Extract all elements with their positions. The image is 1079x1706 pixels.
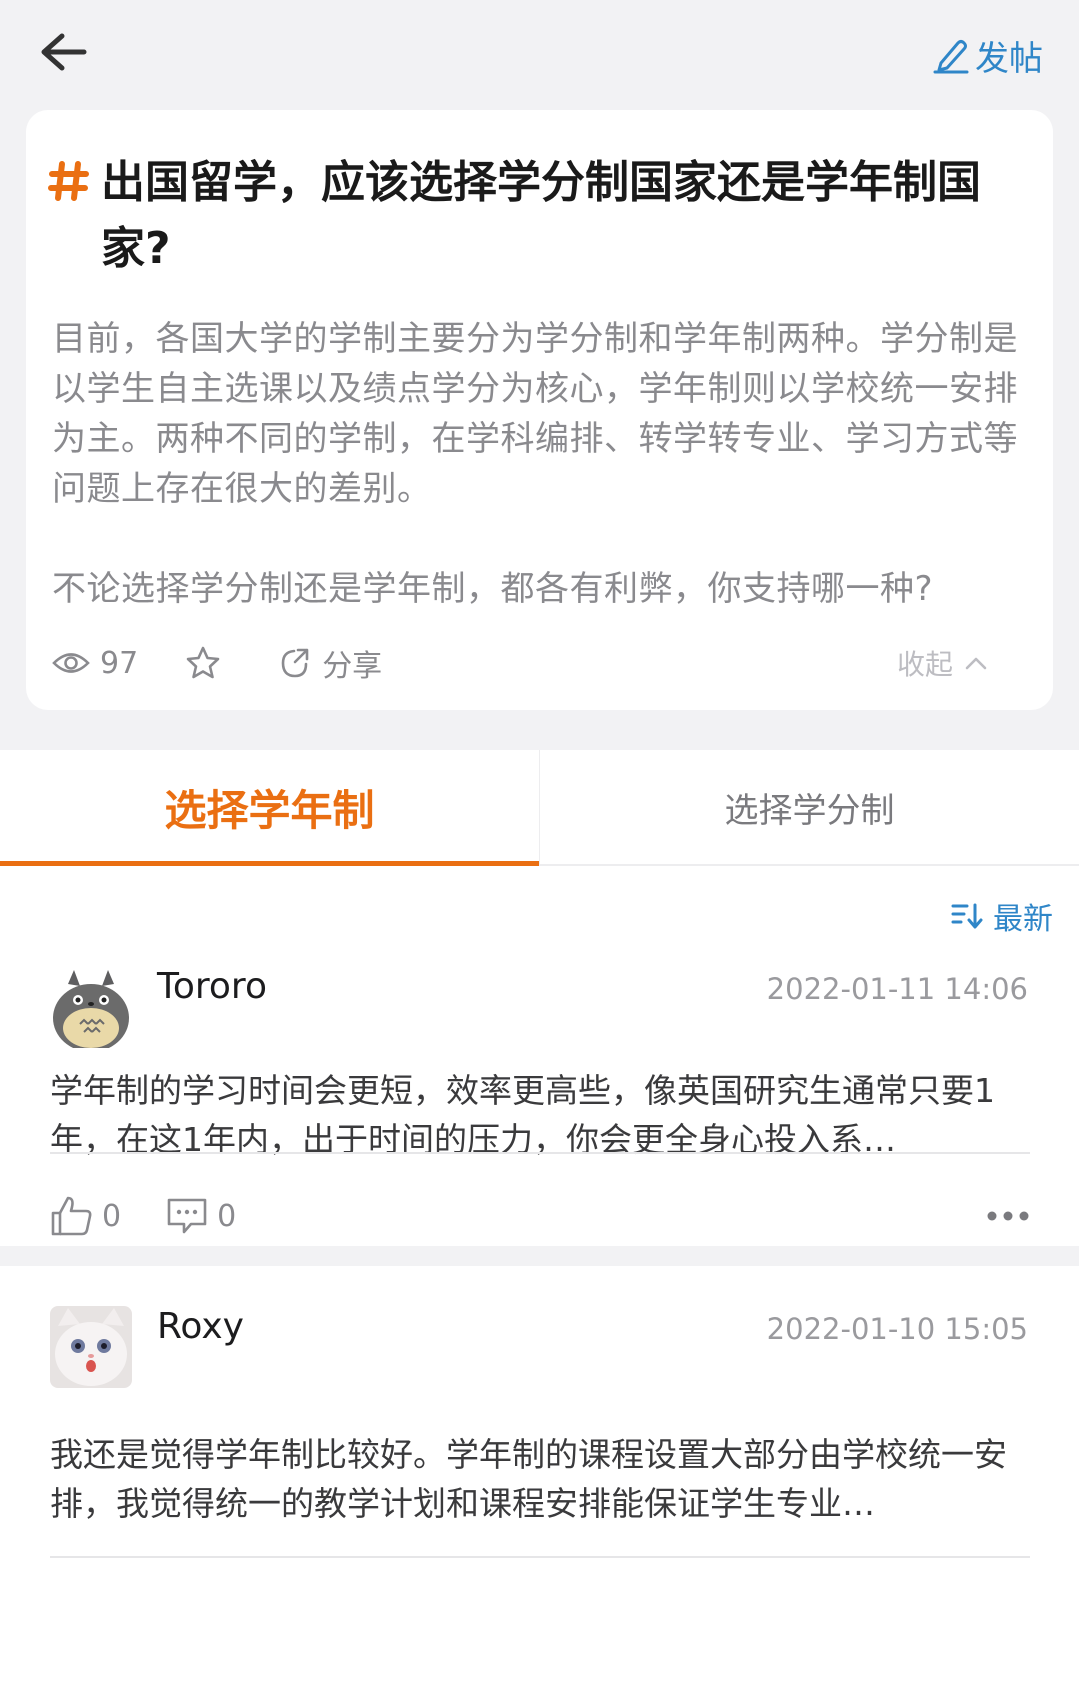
- topic-title: 出国留学，应该选择学分制国家还是学年制国家?: [101, 157, 981, 274]
- post-content[interactable]: 学年制的学习时间会更短，效率更高些，像英国研究生通常只要1年，在这1年内，出于时…: [50, 1066, 1030, 1164]
- post-list: 最新 Tororo 2022-01-11 14:06 学年制的学习时间会更短，效…: [0, 866, 1079, 1706]
- view-count: 97: [52, 646, 138, 681]
- stance-tabs: 选择学年制 选择学分制: [0, 750, 1079, 866]
- topic-description-paragraph: 不论选择学分制还是学年制，都各有利弊，你支持哪一种?: [52, 569, 934, 609]
- tab-academic-year-system[interactable]: 选择学年制: [0, 750, 539, 866]
- topic-description-paragraph: 目前，各国大学的学制主要分为学分制和学年制两种。学分制是以学生自主选课以及绩点学…: [52, 319, 1018, 509]
- topic-description: 目前，各国大学的学制主要分为学分制和学年制两种。学分制是以学生自主选课以及绩点学…: [52, 314, 1037, 614]
- share-label: 分享: [322, 649, 383, 684]
- pencil-icon: [933, 40, 969, 74]
- cat-avatar-icon: [50, 1306, 132, 1388]
- post-timestamp: 2022-01-10 15:05: [766, 1312, 1028, 1346]
- share-icon: [281, 648, 309, 678]
- chevron-up-icon: [965, 657, 987, 670]
- top-bar: 发帖: [0, 0, 1079, 110]
- sort-icon: [951, 903, 983, 929]
- list-item[interactable]: Tororo 2022-01-11 14:06 学年制的学习时间会更短，效率更高…: [0, 966, 1079, 1246]
- post-button[interactable]: 发帖: [931, 30, 1043, 80]
- totoro-avatar-icon: [50, 966, 132, 1048]
- comment-icon: [167, 1198, 207, 1234]
- post-content[interactable]: 我还是觉得学年制比较好。学年制的课程设置大部分由学校统一安排，我觉得统一的教学计…: [50, 1430, 1030, 1528]
- topic-stats-bar: 97 分享 收起: [52, 635, 1027, 691]
- share-button[interactable]: 分享: [278, 641, 382, 685]
- collapse-label: 收起: [896, 648, 953, 681]
- sort-label: 最新: [993, 902, 1053, 937]
- hashtag-icon: [48, 160, 90, 202]
- more-options-icon[interactable]: [986, 1207, 1030, 1226]
- post-button-label: 发帖: [975, 38, 1043, 79]
- username[interactable]: Roxy: [157, 1306, 244, 1347]
- like-button[interactable]: 0: [50, 1194, 121, 1238]
- collapse-button[interactable]: 收起: [897, 643, 987, 683]
- list-item[interactable]: Roxy 2022-01-10 15:05 我还是觉得学年制比较好。学年制的课程…: [0, 1266, 1079, 1706]
- post-actions: 0 0: [50, 1188, 1030, 1244]
- eye-icon: [52, 653, 90, 673]
- avatar[interactable]: [50, 1306, 132, 1388]
- username[interactable]: Tororo: [157, 966, 267, 1007]
- view-count-value: 97: [100, 645, 139, 681]
- divider: [50, 1556, 1030, 1558]
- tab-credit-system[interactable]: 选择学分制: [539, 750, 1079, 864]
- star-icon: [186, 646, 220, 679]
- thumbs-up-icon: [51, 1196, 92, 1236]
- sort-button[interactable]: 最新: [951, 894, 1053, 938]
- comment-count: 0: [217, 1198, 237, 1234]
- favorite-button[interactable]: [184, 644, 232, 682]
- comment-button[interactable]: 0: [165, 1196, 236, 1236]
- avatar[interactable]: [50, 966, 132, 1048]
- section-separator: [0, 1246, 1079, 1266]
- like-count: 0: [102, 1198, 122, 1234]
- topic-card: 出国留学，应该选择学分制国家还是学年制国家? 目前，各国大学的学制主要分为学分制…: [26, 110, 1053, 710]
- divider: [50, 1152, 1030, 1154]
- post-timestamp: 2022-01-11 14:06: [766, 972, 1028, 1006]
- back-arrow-icon[interactable]: [38, 30, 90, 74]
